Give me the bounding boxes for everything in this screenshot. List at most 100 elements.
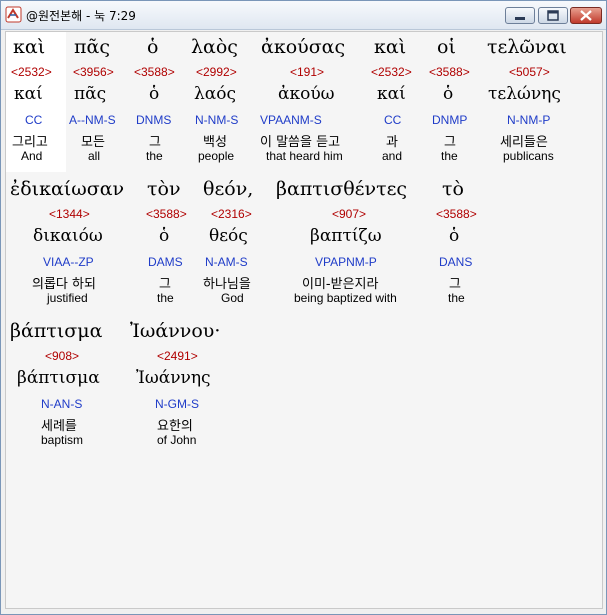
greek-word: θεόν,: [203, 178, 254, 200]
strong-number[interactable]: <908>: [45, 349, 79, 363]
korean-gloss: 그리고: [12, 135, 48, 150]
strong-number[interactable]: <907>: [332, 207, 366, 221]
app-logo-icon: [5, 6, 22, 23]
close-button[interactable]: [570, 7, 602, 24]
english-gloss: people: [198, 149, 235, 163]
greek-word: Ἰωάννου·: [130, 320, 221, 342]
lemma: πᾶς: [74, 84, 107, 104]
strong-number[interactable]: <191>: [290, 65, 324, 79]
greek-word: καὶ: [13, 36, 46, 58]
english-gloss: the: [146, 149, 163, 163]
korean-gloss: 과: [386, 135, 398, 150]
lemma: δικαιόω: [33, 226, 103, 246]
english-gloss: baptism: [41, 433, 84, 447]
parsing-code: VPAPNM-P: [315, 255, 377, 269]
lemma: ἀκούω: [278, 84, 335, 104]
strong-number[interactable]: <3588>: [134, 65, 175, 79]
greek-word: καὶ: [374, 36, 407, 58]
strong-number[interactable]: <3588>: [146, 207, 187, 221]
parsing-code: N-NM-P: [507, 113, 551, 127]
lemma: ὁ: [159, 226, 170, 246]
lemma: ὁ: [149, 84, 160, 104]
app-window: @원전본해 - 눅 7:29 καὶ <2532> καί CC 그리고 And…: [0, 0, 607, 615]
lemma: ὁ: [443, 84, 454, 104]
strong-number[interactable]: <3588>: [429, 65, 470, 79]
korean-gloss: 세리들은: [500, 135, 548, 150]
parsing-code: CC: [25, 113, 43, 127]
lemma: θεός: [209, 226, 248, 246]
english-gloss: God: [221, 291, 244, 305]
strong-number[interactable]: <2491>: [157, 349, 198, 363]
lemma: βάπτισμα: [17, 368, 100, 388]
greek-word: τὸ: [442, 178, 464, 200]
parsing-code: DANS: [439, 255, 473, 269]
english-gloss: the: [448, 291, 465, 305]
korean-gloss: 그: [149, 135, 161, 150]
parsing-code: N-AN-S: [41, 397, 83, 411]
strong-number[interactable]: <2316>: [211, 207, 252, 221]
strong-number[interactable]: <2992>: [196, 65, 237, 79]
strong-number[interactable]: <3956>: [73, 65, 114, 79]
korean-gloss: 의롭다 하되: [32, 277, 96, 292]
korean-gloss: 백성: [203, 135, 227, 150]
greek-word: ἀκούσας: [261, 36, 346, 58]
greek-word: οἱ: [437, 36, 456, 58]
greek-word: βάπτισμα: [10, 320, 103, 342]
greek-word: λαὸς: [191, 36, 238, 58]
english-gloss: being baptized with: [294, 291, 397, 305]
strong-number[interactable]: <1344>: [49, 207, 90, 221]
greek-word: τελῶναι: [487, 36, 567, 58]
parsing-code: N-GM-S: [155, 397, 199, 411]
maximize-icon: [547, 10, 559, 21]
korean-gloss: 모든: [81, 135, 105, 150]
parsing-code: CC: [384, 113, 402, 127]
strong-number[interactable]: <2532>: [371, 65, 412, 79]
lemma: καί: [377, 84, 406, 104]
english-gloss: the: [157, 291, 174, 305]
korean-gloss: 이 말씀을 듣고: [260, 135, 341, 150]
lemma: βαπτίζω: [310, 226, 382, 246]
english-gloss: the: [441, 149, 458, 163]
strong-number[interactable]: <2532>: [11, 65, 52, 79]
english-gloss: of John: [157, 433, 197, 447]
greek-word: τὸν: [147, 178, 181, 200]
window-title: @원전본해 - 눅 7:29: [26, 9, 136, 23]
parsing-code: A--NM-S: [69, 113, 116, 127]
parsing-code: DNMP: [432, 113, 468, 127]
greek-word: ἐδικαίωσαν: [10, 178, 125, 200]
english-gloss: that heard him: [266, 149, 343, 163]
lemma: Ἰωάννης: [136, 368, 211, 388]
english-gloss: and: [382, 149, 403, 163]
korean-gloss: 이미-받은지라: [302, 277, 379, 292]
title-bar[interactable]: @원전본해 - 눅 7:29: [1, 1, 606, 30]
english-gloss: And: [21, 149, 43, 163]
strong-number[interactable]: <5057>: [509, 65, 550, 79]
maximize-button[interactable]: [538, 7, 568, 24]
strong-number[interactable]: <3588>: [436, 207, 477, 221]
greek-word: ὁ: [147, 36, 159, 58]
lemma: ὁ: [449, 226, 460, 246]
parsing-code: VIAA--ZP: [43, 255, 94, 269]
korean-gloss: 그: [449, 277, 461, 292]
english-gloss: all: [88, 149, 101, 163]
parsing-code: DNMS: [136, 113, 172, 127]
minimize-button[interactable]: [505, 7, 535, 24]
minimize-icon: [515, 17, 525, 20]
lemma: καί: [14, 84, 43, 104]
parsing-code: N-AM-S: [205, 255, 248, 269]
parsing-code: N-NM-S: [195, 113, 239, 127]
korean-gloss: 그: [444, 135, 456, 150]
korean-gloss: 요한의: [157, 419, 193, 434]
korean-gloss: 그: [159, 277, 171, 292]
parsing-code: DAMS: [148, 255, 183, 269]
interlinear-panel[interactable]: καὶ <2532> καί CC 그리고 And πᾶς <3956> πᾶς…: [5, 31, 603, 609]
lemma: τελώνης: [488, 84, 561, 104]
english-gloss: publicans: [503, 149, 554, 163]
parsing-code: VPAANM-S: [260, 113, 322, 127]
korean-gloss: 하나님을: [203, 277, 251, 292]
greek-word: βαπτισθέντες: [276, 178, 408, 200]
greek-word: πᾶς: [74, 36, 110, 58]
lemma: λαός: [194, 84, 237, 104]
korean-gloss: 세례를: [41, 419, 77, 434]
english-gloss: justified: [47, 291, 88, 305]
